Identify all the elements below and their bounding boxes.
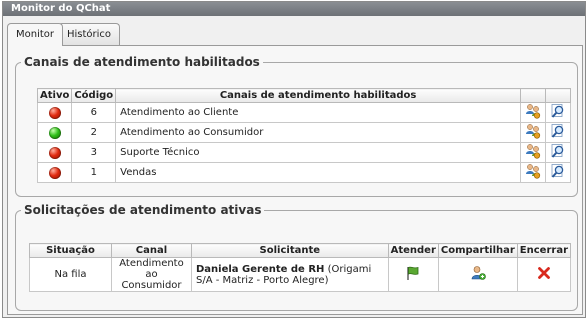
channels-table: Ativo Código Canais de atendimento habil… — [36, 88, 571, 183]
magnifier-icon[interactable] — [550, 123, 566, 142]
channel-code: 6 — [71, 102, 117, 123]
status-indicator-icon — [48, 106, 61, 119]
encerrar-cell — [516, 257, 572, 292]
channels-fieldset: Canais de atendimento habilitados Ativo … — [15, 55, 578, 197]
channel-row: 2 Atendimento ao Consumidor — [36, 122, 571, 143]
config-cell — [520, 102, 546, 123]
status-indicator-icon — [48, 166, 61, 179]
status-indicator-icon — [48, 126, 61, 139]
magnifier-icon[interactable] — [550, 103, 566, 122]
users-config-icon[interactable] — [525, 103, 541, 122]
view-cell — [545, 162, 571, 183]
compartilhar-cell — [437, 257, 518, 292]
col-action-2 — [545, 88, 571, 103]
col-canal: Canais de atendimento habilitados — [115, 88, 521, 103]
view-cell — [545, 142, 571, 163]
share-user-icon[interactable] — [470, 265, 486, 284]
status-cell — [36, 122, 73, 143]
request-row: Na fila Atendimento ao Consumidor Daniel… — [29, 257, 572, 292]
view-cell — [545, 122, 571, 143]
tab-historico[interactable]: Histórico — [58, 23, 121, 45]
col-solicitante: Solicitante — [191, 243, 389, 258]
users-config-icon[interactable] — [525, 143, 541, 162]
close-x-icon[interactable] — [537, 266, 551, 283]
col-situacao: Situação — [29, 243, 112, 258]
magnifier-icon[interactable] — [550, 143, 566, 162]
view-cell — [545, 102, 571, 123]
atender-cell — [387, 257, 439, 292]
channel-name: Vendas — [115, 162, 521, 183]
channel-name: Atendimento ao Cliente — [115, 102, 521, 123]
magnifier-icon[interactable] — [550, 163, 566, 182]
channel-row: 3 Suporte Técnico — [36, 142, 571, 163]
request-canal: Atendimento ao Consumidor — [111, 257, 192, 292]
channels-legend: Canais de atendimento habilitados — [24, 55, 260, 69]
channel-row: 6 Atendimento ao Cliente — [36, 102, 571, 123]
users-config-icon[interactable] — [525, 123, 541, 142]
request-solicitante: Daniela Gerente de RH (Origami S/A - Mat… — [191, 257, 389, 292]
requests-fieldset: Solicitações de atendimento ativas Situa… — [15, 203, 578, 311]
col-ativo: Ativo — [36, 88, 73, 103]
channel-row: 1 Vendas — [36, 162, 571, 183]
config-cell — [520, 142, 546, 163]
flag-icon[interactable] — [405, 265, 421, 284]
requests-legend: Solicitações de atendimento ativas — [24, 203, 262, 217]
channel-code: 1 — [71, 162, 117, 183]
col-compartilhar: Compartilhar — [437, 243, 518, 258]
window-titlebar: Monitor do QChat — [3, 2, 585, 16]
col-canal-req: Canal — [111, 243, 192, 258]
tab-monitor[interactable]: Monitor — [7, 23, 64, 46]
col-atender: Atender — [387, 243, 439, 258]
channel-code: 2 — [71, 122, 117, 143]
window-title: Monitor do QChat — [11, 3, 111, 14]
channel-name: Atendimento ao Consumidor — [115, 122, 521, 143]
status-indicator-icon — [48, 146, 61, 159]
users-config-icon[interactable] — [525, 163, 541, 182]
requests-table: Situação Canal Solicitante Atender Compa… — [29, 243, 572, 292]
request-situacao: Na fila — [29, 257, 112, 292]
col-codigo: Código — [71, 88, 117, 103]
config-cell — [520, 122, 546, 143]
channel-code: 3 — [71, 142, 117, 163]
monitor-panel: Canais de atendimento habilitados Ativo … — [7, 45, 583, 315]
status-cell — [36, 162, 73, 183]
channel-name: Suporte Técnico — [115, 142, 521, 163]
solicitante-name: Daniela Gerente de RH — [196, 263, 325, 275]
qchat-monitor-window: Monitor do QChat Monitor Histórico Canai… — [2, 1, 586, 318]
col-encerrar: Encerrar — [516, 243, 572, 258]
status-cell — [36, 142, 73, 163]
status-cell — [36, 102, 73, 123]
col-action-1 — [520, 88, 546, 103]
config-cell — [520, 162, 546, 183]
